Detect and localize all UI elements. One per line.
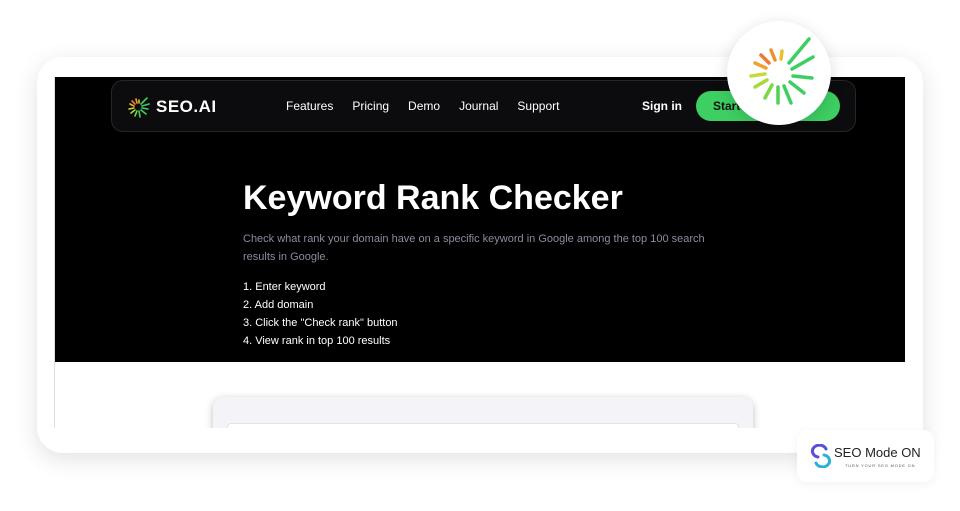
nav-link-journal[interactable]: Journal bbox=[459, 99, 498, 113]
brand-name: SEO Mode ON bbox=[834, 445, 921, 460]
step-item: 4. View rank in top 100 results bbox=[243, 335, 391, 347]
logo[interactable]: SEO.AI bbox=[126, 95, 217, 119]
seo-ai-burst-icon bbox=[749, 37, 815, 105]
rank-checker-card bbox=[213, 397, 753, 428]
seo-mode-on-watermark: SEO Mode ON TURN YOUR SEO MODE ON bbox=[797, 430, 934, 482]
keyword-input-area[interactable] bbox=[227, 423, 739, 428]
sign-in-link[interactable]: Sign in bbox=[642, 99, 682, 113]
step-item: 3. Click the "Check rank" button bbox=[243, 317, 398, 329]
step-item: 2. Add domain bbox=[243, 299, 314, 311]
seo-ai-logo-badge bbox=[727, 21, 831, 125]
nav-link-support[interactable]: Support bbox=[517, 99, 559, 113]
nav-link-pricing[interactable]: Pricing bbox=[352, 99, 389, 113]
brand-tagline: TURN YOUR SEO MODE ON bbox=[845, 463, 916, 468]
nav-link-demo[interactable]: Demo bbox=[408, 99, 440, 113]
seo-mode-on-logo-icon bbox=[811, 444, 831, 468]
logo-text: SEO.AI bbox=[156, 97, 217, 116]
steps-list: 1. Enter keyword 2. Add domain 3. Click … bbox=[243, 278, 398, 350]
seo-ai-burst-icon bbox=[128, 97, 150, 118]
page-description: Check what rank your domain have on a sp… bbox=[243, 233, 705, 263]
website-screenshot: SEO.AI Features Pricing Demo Journal Sup… bbox=[54, 77, 905, 428]
nav-link-features[interactable]: Features bbox=[286, 99, 333, 113]
page-title: Keyword Rank Checker bbox=[243, 179, 623, 217]
step-item: 1. Enter keyword bbox=[243, 281, 326, 293]
